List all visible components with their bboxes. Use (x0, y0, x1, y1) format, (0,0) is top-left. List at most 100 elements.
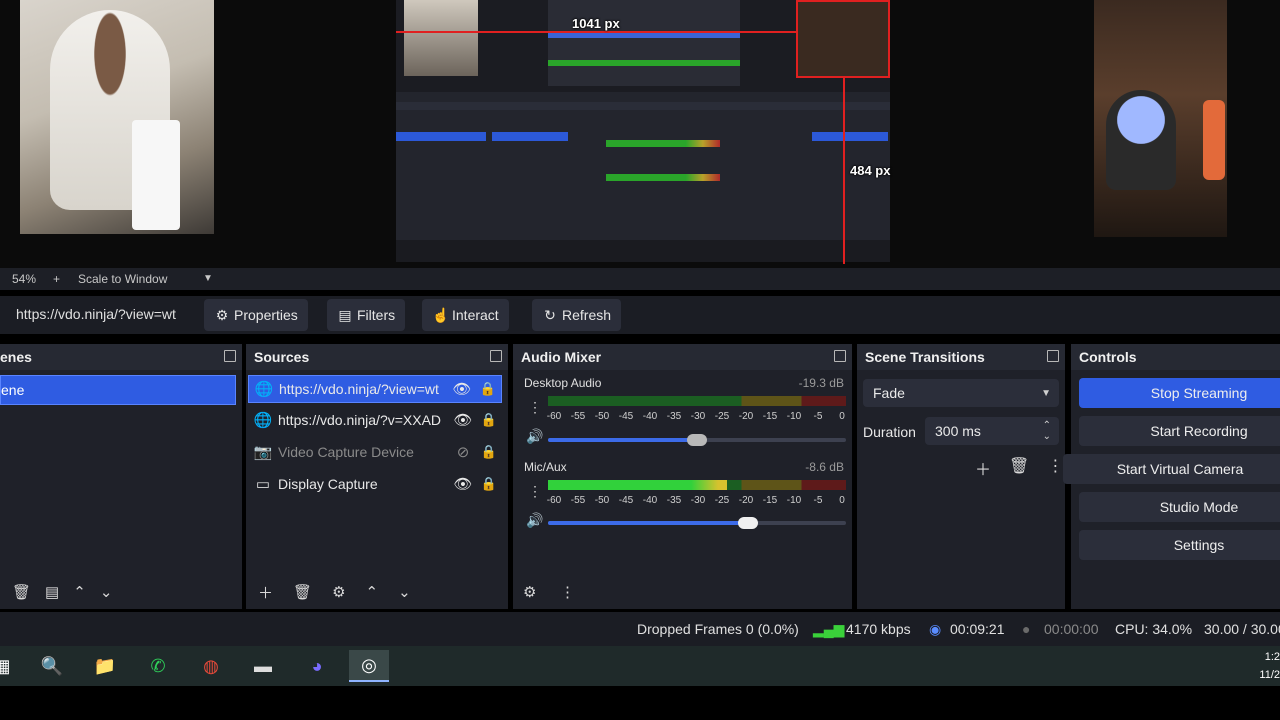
zoom-plus-button[interactable]: + (53, 272, 60, 286)
filter-icon[interactable]: ▤ (45, 583, 59, 601)
properties-button[interactable]: ⚙ Properties (204, 299, 308, 331)
chevron-up-icon[interactable]: ⌃ (366, 583, 379, 601)
volume-slider[interactable] (548, 517, 846, 529)
channel-name: Mic/Aux (524, 460, 567, 474)
scale-tick-label: -40 (642, 411, 658, 422)
whatsapp-icon[interactable]: ✆ (138, 650, 178, 682)
scale-tick-label: -30 (690, 495, 706, 506)
refresh-button[interactable]: ↻ Refresh (532, 299, 622, 331)
more-options-icon[interactable]: ⋮ (560, 583, 575, 601)
gear-icon[interactable]: ⚙ (332, 583, 345, 601)
scale-tick-label: -50 (594, 495, 610, 506)
lock-icon[interactable]: 🔒 (475, 381, 501, 397)
mini-sel (396, 132, 486, 141)
stop-streaming-button[interactable]: Stop Streaming (1079, 378, 1280, 408)
chevron-down-icon[interactable]: ▼ (203, 273, 213, 284)
scale-tick-label: -60 (546, 495, 562, 506)
eye-icon[interactable]: 👁 (450, 411, 476, 429)
windows-start-icon[interactable]: ▦ (0, 650, 22, 682)
chevron-up-icon[interactable]: ⌃ (1043, 420, 1051, 431)
settings-button[interactable]: Settings (1079, 530, 1280, 560)
pointer-hand-icon: ☝ (432, 306, 450, 323)
lock-icon[interactable]: 🔒 (476, 444, 502, 460)
terminal-icon[interactable]: ▬ (243, 650, 283, 682)
file-explorer-icon[interactable]: 📁 (85, 650, 125, 682)
speaker-icon[interactable]: 🔊 (523, 428, 547, 445)
interact-button[interactable]: ☝ Interact (422, 299, 509, 331)
scale-tick-label: -35 (666, 411, 682, 422)
add-icon[interactable]: ＋ (975, 456, 991, 480)
transition-value: Fade (873, 385, 905, 401)
eye-hidden-icon[interactable]: ⊘ (450, 443, 476, 461)
undock-icon[interactable] (1047, 350, 1059, 362)
system-clock[interactable]: 1:2 11/2 (1259, 648, 1280, 684)
duration-spinbox[interactable]: 300 ms ⌃ ⌄ (925, 417, 1059, 445)
source-item[interactable]: 🌐 https://vdo.ninja/?view=wt 👁 🔒 (248, 375, 502, 403)
add-icon[interactable]: ＋ (258, 582, 273, 603)
cpu-usage: CPU: 34.0% (1115, 621, 1193, 637)
scale-tick-label: -15 (762, 495, 778, 506)
chevron-down-icon[interactable]: ⌄ (100, 583, 113, 601)
preview-canvas[interactable]: 1041 px 484 px (0, 0, 1280, 268)
undock-icon[interactable] (834, 350, 846, 362)
undock-icon[interactable] (490, 350, 502, 362)
trash-icon[interactable]: 🗑 (12, 583, 31, 601)
source-item[interactable]: 🌐 https://vdo.ninja/?v=XXAD 👁 🔒 (248, 406, 502, 434)
mini-sel (492, 132, 568, 141)
slider-knob[interactable] (687, 434, 707, 446)
speaker-icon[interactable]: 🔊 (523, 512, 547, 529)
start-recording-button[interactable]: Start Recording (1079, 416, 1280, 446)
globe-icon: 🌐 (254, 381, 274, 398)
scene-item[interactable]: ene (0, 375, 236, 405)
chevron-down-icon[interactable]: ⌄ (398, 583, 411, 601)
slider-knob[interactable] (737, 517, 758, 529)
chrome-icon[interactable]: ◍ (191, 650, 231, 682)
more-options-icon[interactable]: ⋮ (1047, 456, 1063, 480)
scene-transitions-header: Scene Transitions (857, 344, 1065, 370)
scale-tick-label: -30 (690, 411, 706, 422)
trash-icon[interactable]: 🗑 (293, 583, 312, 601)
eye-icon[interactable]: 👁 (449, 380, 475, 398)
lock-icon[interactable]: 🔒 (476, 412, 502, 428)
cup-image (132, 120, 180, 230)
studio-mode-button[interactable]: Studio Mode (1079, 492, 1280, 522)
scale-tick-label: -45 (618, 411, 634, 422)
filters-button[interactable]: ▤ Filters (327, 299, 406, 331)
undock-icon[interactable] (224, 350, 236, 362)
scenes-dock: enes ene 🗑 ▤ ⌃ ⌄ (0, 344, 242, 609)
trash-icon[interactable]: 🗑 (1009, 456, 1029, 480)
slider-fill (548, 521, 748, 525)
scale-tick-label: -5 (813, 411, 823, 422)
search-icon[interactable]: 🔍 (32, 650, 72, 682)
scenes-toolbar: 🗑 ▤ ⌃ ⌄ (0, 575, 242, 609)
broadcast-icon: ◉ (929, 621, 942, 637)
more-options-icon[interactable]: ⋮ (523, 399, 547, 416)
filters-label: Filters (357, 307, 396, 323)
lock-icon[interactable]: 🔒 (476, 476, 502, 492)
scale-tick-label: 0 (839, 411, 845, 422)
discord-icon[interactable]: ◕ (297, 650, 337, 682)
monitor-icon: ▭ (255, 476, 271, 493)
source-item[interactable]: 📷 Video Capture Device ⊘ 🔒 (248, 438, 502, 466)
start-virtual-camera-button[interactable]: Start Virtual Camera (1063, 454, 1280, 484)
scale-tick-label: -5 (813, 495, 823, 506)
mini-row (396, 102, 890, 110)
properties-label: Properties (234, 307, 298, 323)
transition-select[interactable]: Fade ▼ (863, 379, 1059, 407)
stream-time: 00:09:21 (950, 621, 1005, 637)
meter-scale: -60 -55 -50 -45 -40 -35 -30 -25 -20 -15 -10 -5 0 (547, 411, 848, 423)
slider-fill (548, 438, 697, 442)
obs-icon[interactable]: ◎ (349, 650, 389, 682)
eye-icon[interactable]: 👁 (450, 475, 476, 493)
scale-tick-label: 0 (839, 495, 845, 506)
more-options-icon[interactable]: ⋮ (523, 483, 547, 500)
volume-slider[interactable] (548, 434, 846, 446)
chevron-up-icon[interactable]: ⌃ (73, 583, 86, 601)
status-bar: Dropped Frames 0 (0.0%) ▂▄▆ 4170 kbps ◉ … (0, 612, 1280, 646)
scale-mode-select[interactable]: Scale to Window (78, 272, 167, 286)
gear-icon[interactable]: ⚙ (523, 583, 536, 601)
nested-obs-image (396, 92, 890, 262)
source-item[interactable]: ▭ Display Capture 👁 🔒 (248, 470, 502, 498)
scale-tick-label: -20 (738, 495, 754, 506)
chevron-down-icon[interactable]: ⌄ (1043, 431, 1051, 442)
